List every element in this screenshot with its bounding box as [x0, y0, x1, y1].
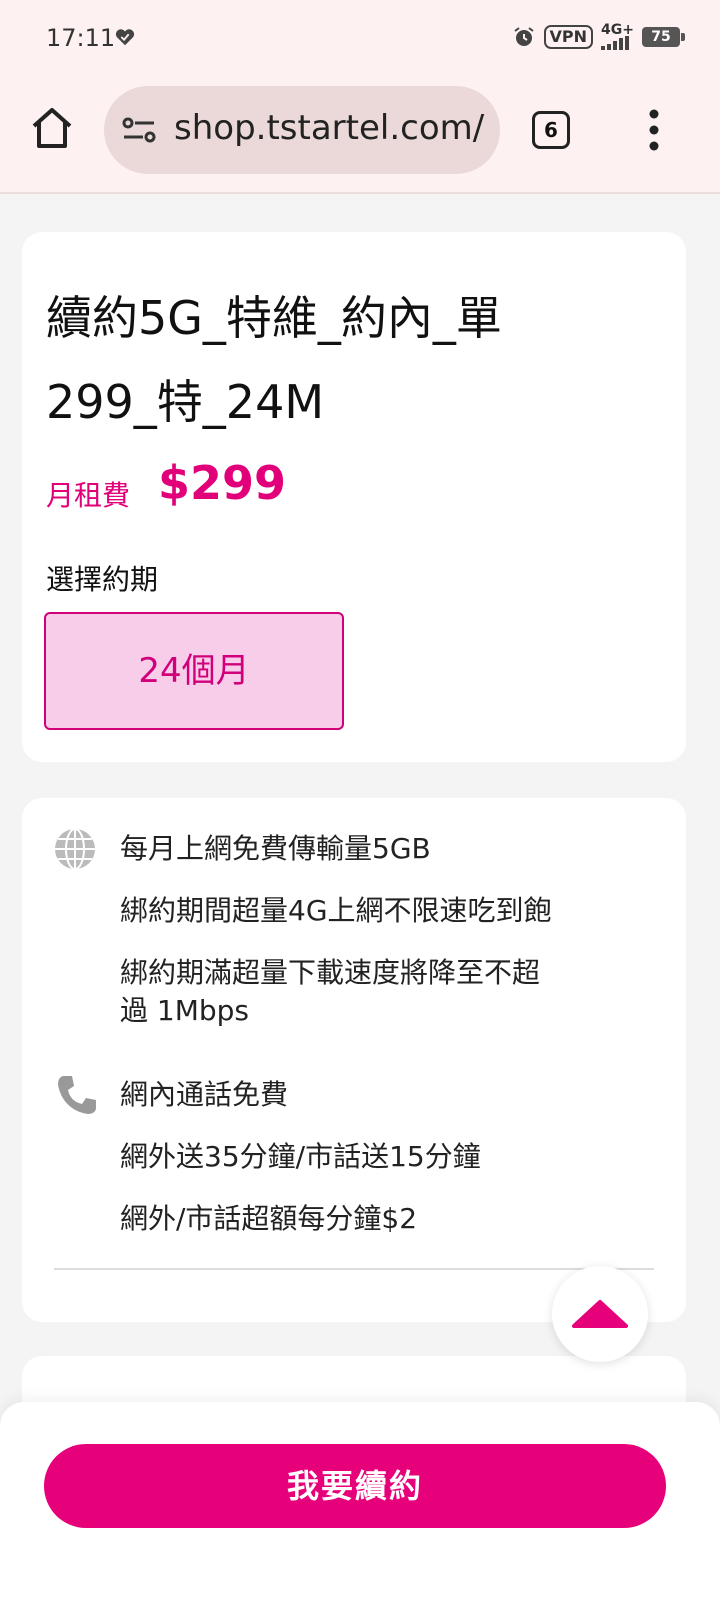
renew-contract-button[interactable]: 我要續約: [44, 1444, 666, 1528]
plan-title-line-1: 續約5G_特維_約內_單: [46, 291, 502, 345]
feature-data-1: 每月上網免費傳輸量5GB: [120, 832, 431, 865]
status-time: 17:11: [46, 24, 116, 52]
plan-title-card: 續約5G_特維_約內_單 299_特_24M: [22, 232, 686, 432]
feature-voice-1: 網內通話免費: [120, 1078, 289, 1111]
battery-indicator: 75: [642, 27, 685, 47]
url-text[interactable]: shop.tstartel.com/: [174, 108, 486, 148]
heart-icon: [115, 29, 135, 46]
phone-icon: [58, 1076, 96, 1114]
scroll-to-top-button[interactable]: [552, 1266, 648, 1362]
home-icon[interactable]: [28, 104, 76, 152]
network-type: 4G+: [601, 22, 634, 38]
feature-data-4: 過 1Mbps: [120, 994, 250, 1027]
tab-switcher-button[interactable]: 6: [532, 111, 570, 149]
bottom-action-bar: 我要續約: [0, 1402, 720, 1600]
arrow-up-icon: [572, 1300, 628, 1328]
feature-voice-3: 網外/市話超額每分鐘$2: [120, 1202, 418, 1235]
status-icons: VPN 4G+ 75: [512, 22, 685, 50]
site-settings-icon[interactable]: [122, 116, 158, 144]
plan-title: 續約5G_特維_約內_單 299_特_24M: [46, 276, 606, 444]
feature-data-2: 綁約期間超量4G上網不限速吃到飽: [120, 894, 552, 927]
monthly-fee-label: 月租費: [46, 479, 131, 512]
globe-icon: [55, 828, 95, 870]
feature-data-3: 綁約期滿超量下載速度將降至不超: [120, 956, 541, 989]
alarm-icon: [513, 27, 534, 46]
plan-features-card: 每月上網免費傳輸量5GB 綁約期間超量4G上網不限速吃到飽 綁約期滿超量下載速度…: [22, 798, 686, 1322]
browser-chrome: 17:11 VPN 4G+ 75 shop.tstartel.com/ 6: [0, 0, 720, 194]
vpn-badge: VPN: [543, 25, 594, 49]
divider: [54, 1268, 654, 1270]
plan-price-card: 月租費 $299 選擇約期 24個月: [22, 432, 686, 762]
address-bar[interactable]: shop.tstartel.com/: [104, 86, 500, 174]
contract-period-option-24m[interactable]: 24個月: [44, 612, 344, 730]
signal-icon: 4G+: [601, 22, 634, 50]
feature-voice-2: 網外送35分鐘/市話送15分鐘: [120, 1140, 481, 1173]
monthly-fee-value: $299: [158, 456, 287, 510]
contract-period-label: 選擇約期: [46, 563, 159, 596]
more-menu-icon[interactable]: [644, 108, 664, 152]
